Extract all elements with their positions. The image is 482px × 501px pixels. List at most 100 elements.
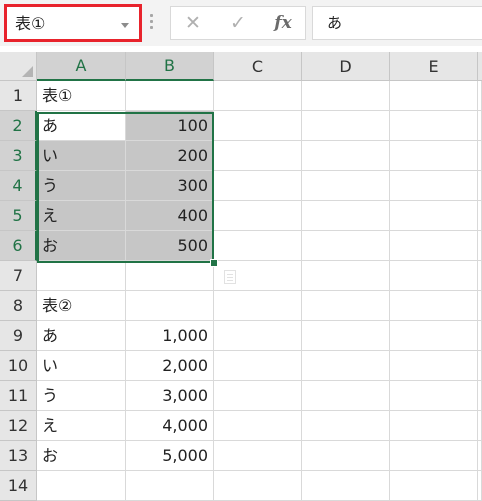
- cell-a1[interactable]: 表①: [37, 81, 126, 111]
- enter-check-icon[interactable]: ✓: [216, 7, 260, 39]
- cell-a14[interactable]: [37, 471, 126, 501]
- cell-c12[interactable]: [214, 411, 302, 441]
- row-header-1[interactable]: 1: [0, 81, 37, 111]
- row-header-14[interactable]: 14: [0, 471, 37, 501]
- fill-handle[interactable]: [210, 259, 218, 267]
- cell-a6[interactable]: お: [37, 231, 126, 261]
- cell-e12[interactable]: [390, 411, 478, 441]
- cell-b13[interactable]: 5,000: [126, 441, 214, 471]
- cell-d3[interactable]: [302, 141, 390, 171]
- row-header-10[interactable]: 10: [0, 351, 37, 381]
- cell-c4[interactable]: [214, 171, 302, 201]
- column-header-partial: [478, 52, 482, 81]
- cell-d7[interactable]: [302, 261, 390, 291]
- cell-d5[interactable]: [302, 201, 390, 231]
- cell-a10[interactable]: い: [37, 351, 126, 381]
- row-header-6[interactable]: 6: [0, 231, 37, 261]
- cell-b10[interactable]: 2,000: [126, 351, 214, 381]
- cell-e4[interactable]: [390, 171, 478, 201]
- quick-analysis-icon[interactable]: [224, 270, 236, 284]
- row-header-9[interactable]: 9: [0, 321, 37, 351]
- cell-a3[interactable]: い: [37, 141, 126, 171]
- cell-a8[interactable]: 表②: [37, 291, 126, 321]
- cell-e2[interactable]: [390, 111, 478, 141]
- cell-e7[interactable]: [390, 261, 478, 291]
- cell-d1[interactable]: [302, 81, 390, 111]
- cell-b12[interactable]: 4,000: [126, 411, 214, 441]
- cell-c8[interactable]: [214, 291, 302, 321]
- cell-e10[interactable]: [390, 351, 478, 381]
- cell-a13[interactable]: お: [37, 441, 126, 471]
- row-header-8[interactable]: 8: [0, 291, 37, 321]
- cell-c2[interactable]: [214, 111, 302, 141]
- cell-b3[interactable]: 200: [126, 141, 214, 171]
- cell-e11[interactable]: [390, 381, 478, 411]
- cell-a7[interactable]: [37, 261, 126, 291]
- cell-c13[interactable]: [214, 441, 302, 471]
- cell-e6[interactable]: [390, 231, 478, 261]
- cell-b6[interactable]: 500: [126, 231, 214, 261]
- formula-input[interactable]: あ: [312, 6, 482, 40]
- cell-e8[interactable]: [390, 291, 478, 321]
- cell-d12[interactable]: [302, 411, 390, 441]
- name-box[interactable]: 表①: [4, 4, 142, 42]
- column-header-a[interactable]: A: [37, 52, 126, 81]
- row-header-13[interactable]: 13: [0, 441, 37, 471]
- cell-b1[interactable]: [126, 81, 214, 111]
- cell-d8[interactable]: [302, 291, 390, 321]
- select-all-button[interactable]: [0, 52, 37, 81]
- row-header-11[interactable]: 11: [0, 381, 37, 411]
- cell-b14[interactable]: [126, 471, 214, 501]
- chevron-down-icon[interactable]: [121, 23, 129, 28]
- cell-c14[interactable]: [214, 471, 302, 501]
- row-header-7[interactable]: 7: [0, 261, 37, 291]
- cell-d2[interactable]: [302, 111, 390, 141]
- row-header-3[interactable]: 3: [0, 141, 37, 171]
- cell-b2[interactable]: 100: [126, 111, 214, 141]
- cell-b7[interactable]: [126, 261, 214, 291]
- cell-e5[interactable]: [390, 201, 478, 231]
- cell-a12[interactable]: え: [37, 411, 126, 441]
- column-header-d[interactable]: D: [302, 52, 390, 81]
- cell-d6[interactable]: [302, 231, 390, 261]
- cell-a5[interactable]: え: [37, 201, 126, 231]
- cell-b4[interactable]: 300: [126, 171, 214, 201]
- cell-b5[interactable]: 400: [126, 201, 214, 231]
- cell-d13[interactable]: [302, 441, 390, 471]
- row-header-2[interactable]: 2: [0, 111, 37, 141]
- cell-d10[interactable]: [302, 351, 390, 381]
- cell-b8[interactable]: [126, 291, 214, 321]
- cell-e3[interactable]: [390, 141, 478, 171]
- cell-a9[interactable]: あ: [37, 321, 126, 351]
- cell-c9[interactable]: [214, 321, 302, 351]
- grip-handle-icon[interactable]: [150, 14, 153, 30]
- cell-e9[interactable]: [390, 321, 478, 351]
- cell-d9[interactable]: [302, 321, 390, 351]
- cell-c1[interactable]: [214, 81, 302, 111]
- cell-c11[interactable]: [214, 381, 302, 411]
- cell-c10[interactable]: [214, 351, 302, 381]
- cell-e1[interactable]: [390, 81, 478, 111]
- row-header-12[interactable]: 12: [0, 411, 37, 441]
- column-header-c[interactable]: C: [214, 52, 302, 81]
- cell-b9[interactable]: 1,000: [126, 321, 214, 351]
- cell-b11[interactable]: 3,000: [126, 381, 214, 411]
- cell-partial: [478, 291, 482, 321]
- row-header-4[interactable]: 4: [0, 171, 37, 201]
- cell-a11[interactable]: う: [37, 381, 126, 411]
- cell-c5[interactable]: [214, 201, 302, 231]
- cell-e13[interactable]: [390, 441, 478, 471]
- cell-e14[interactable]: [390, 471, 478, 501]
- row-header-5[interactable]: 5: [0, 201, 37, 231]
- cell-d14[interactable]: [302, 471, 390, 501]
- cell-d4[interactable]: [302, 171, 390, 201]
- column-header-e[interactable]: E: [390, 52, 478, 81]
- cell-d11[interactable]: [302, 381, 390, 411]
- cell-a4[interactable]: う: [37, 171, 126, 201]
- column-header-b[interactable]: B: [126, 52, 214, 81]
- cancel-icon[interactable]: ✕: [171, 7, 215, 39]
- cell-c6[interactable]: [214, 231, 302, 261]
- cell-a2[interactable]: あ: [37, 111, 126, 141]
- insert-function-button[interactable]: fx: [261, 7, 305, 39]
- cell-c3[interactable]: [214, 141, 302, 171]
